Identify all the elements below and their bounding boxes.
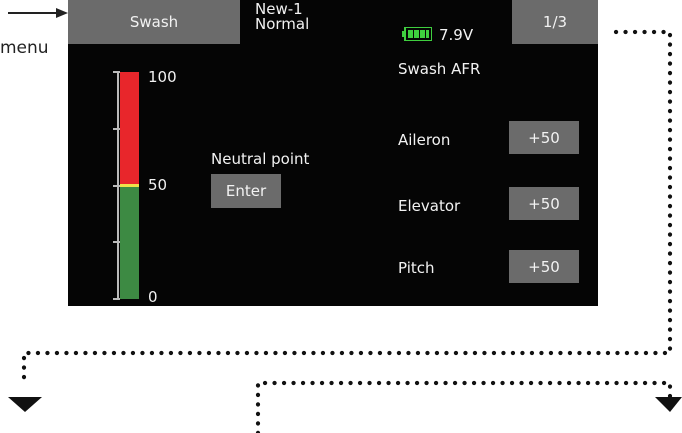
afr-pitch-value-button[interactable]: +50 [509, 250, 579, 283]
gauge-bar-upper [120, 72, 139, 186]
gauge-neutral-line [120, 184, 139, 187]
afr-elevator-label: Elevator [398, 197, 461, 215]
swash-screen: Swash New-1 Normal 7.9V 1/3 100 50 0 Neu… [68, 0, 598, 306]
battery-voltage: 7.9V [439, 26, 474, 44]
gauge-label-100: 100 [148, 68, 177, 86]
arrow-down-right-icon [655, 397, 682, 412]
annotation-arrow-icon [8, 8, 68, 18]
neutral-point-label: Neutral point [211, 150, 310, 168]
afr-aileron-label: Aileron [398, 131, 451, 149]
gauge-label-0: 0 [148, 288, 158, 306]
swash-afr-title: Swash AFR [398, 60, 481, 78]
annotation-menu-text: menu [0, 38, 49, 58]
afr-aileron-value-button[interactable]: +50 [509, 121, 579, 154]
neutral-enter-button[interactable]: Enter [211, 174, 281, 208]
gauge-label-50: 50 [148, 176, 168, 194]
condition-name: Normal [255, 15, 310, 33]
afr-elevator-value-button[interactable]: +50 [509, 187, 579, 220]
tab-swash[interactable]: Swash [68, 0, 240, 44]
afr-pitch-label: Pitch [398, 259, 435, 277]
gauge-bar-lower [120, 185, 139, 299]
model-condition: New-1 Normal [255, 2, 309, 32]
page-indicator[interactable]: 1/3 [512, 0, 598, 44]
battery-icon [402, 27, 432, 41]
arrow-down-left-icon [8, 397, 42, 412]
dotted-path-lower [255, 380, 673, 433]
